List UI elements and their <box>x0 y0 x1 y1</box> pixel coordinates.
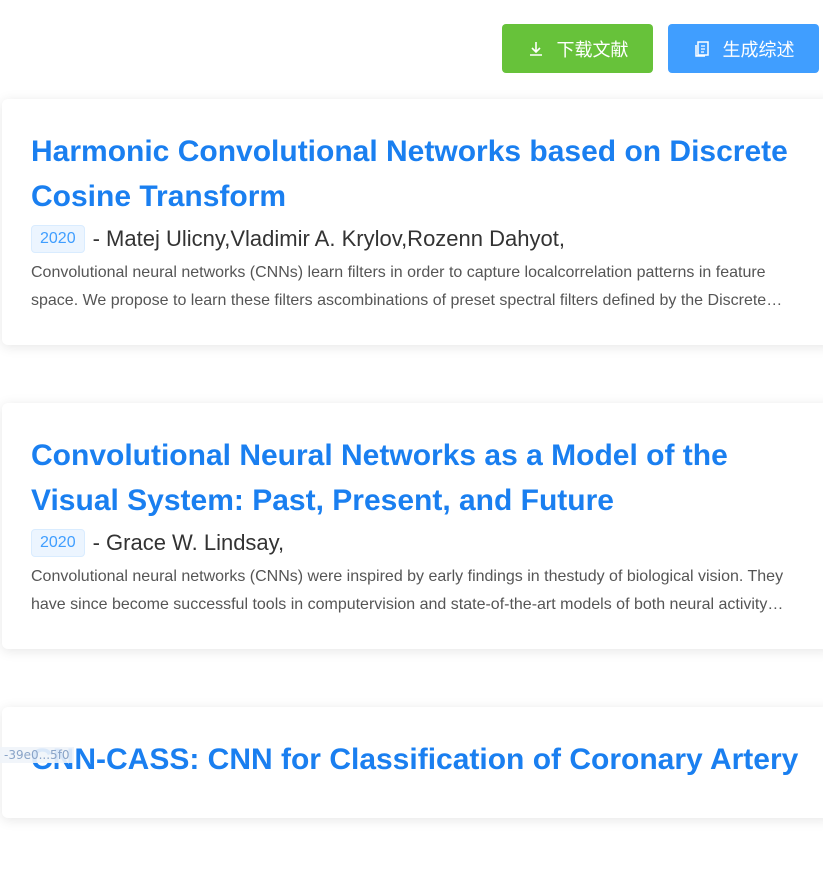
year-tag: 2020 <box>31 529 85 557</box>
paper-title[interactable]: Harmonic Convolutional Networks based on… <box>31 129 811 219</box>
toolbar: 下载文献 生成综述 <box>502 24 819 73</box>
paper-authors: - Grace W. Lindsay, <box>93 530 285 556</box>
download-button-label: 下载文献 <box>557 36 629 62</box>
document-icon <box>693 40 711 58</box>
paper-card: Convolutional Neural Networks as a Model… <box>2 403 823 649</box>
generate-summary-button[interactable]: 生成综述 <box>668 24 819 73</box>
paper-meta: 2020 - Grace W. Lindsay, <box>31 529 823 557</box>
paper-abstract: Convolutional neural networks (CNNs) lea… <box>31 259 786 315</box>
paper-card: Harmonic Convolutional Networks based on… <box>2 99 823 345</box>
download-icon <box>527 40 545 58</box>
link-status-tip: -39e0...5f0 <box>0 747 74 763</box>
paper-list: Harmonic Convolutional Networks based on… <box>2 99 823 876</box>
year-tag: 2020 <box>31 225 85 253</box>
paper-meta: 2020 - Matej Ulicny,Vladimir A. Krylov,R… <box>31 225 823 253</box>
paper-abstract: Convolutional neural networks (CNNs) wer… <box>31 563 786 619</box>
paper-title[interactable]: Convolutional Neural Networks as a Model… <box>31 433 811 523</box>
generate-summary-label: 生成综述 <box>723 36 795 62</box>
download-button[interactable]: 下载文献 <box>502 24 653 73</box>
paper-authors: - Matej Ulicny,Vladimir A. Krylov,Rozenn… <box>93 226 565 252</box>
paper-title[interactable]: CNN-CASS: CNN for Classification of Coro… <box>31 737 811 782</box>
